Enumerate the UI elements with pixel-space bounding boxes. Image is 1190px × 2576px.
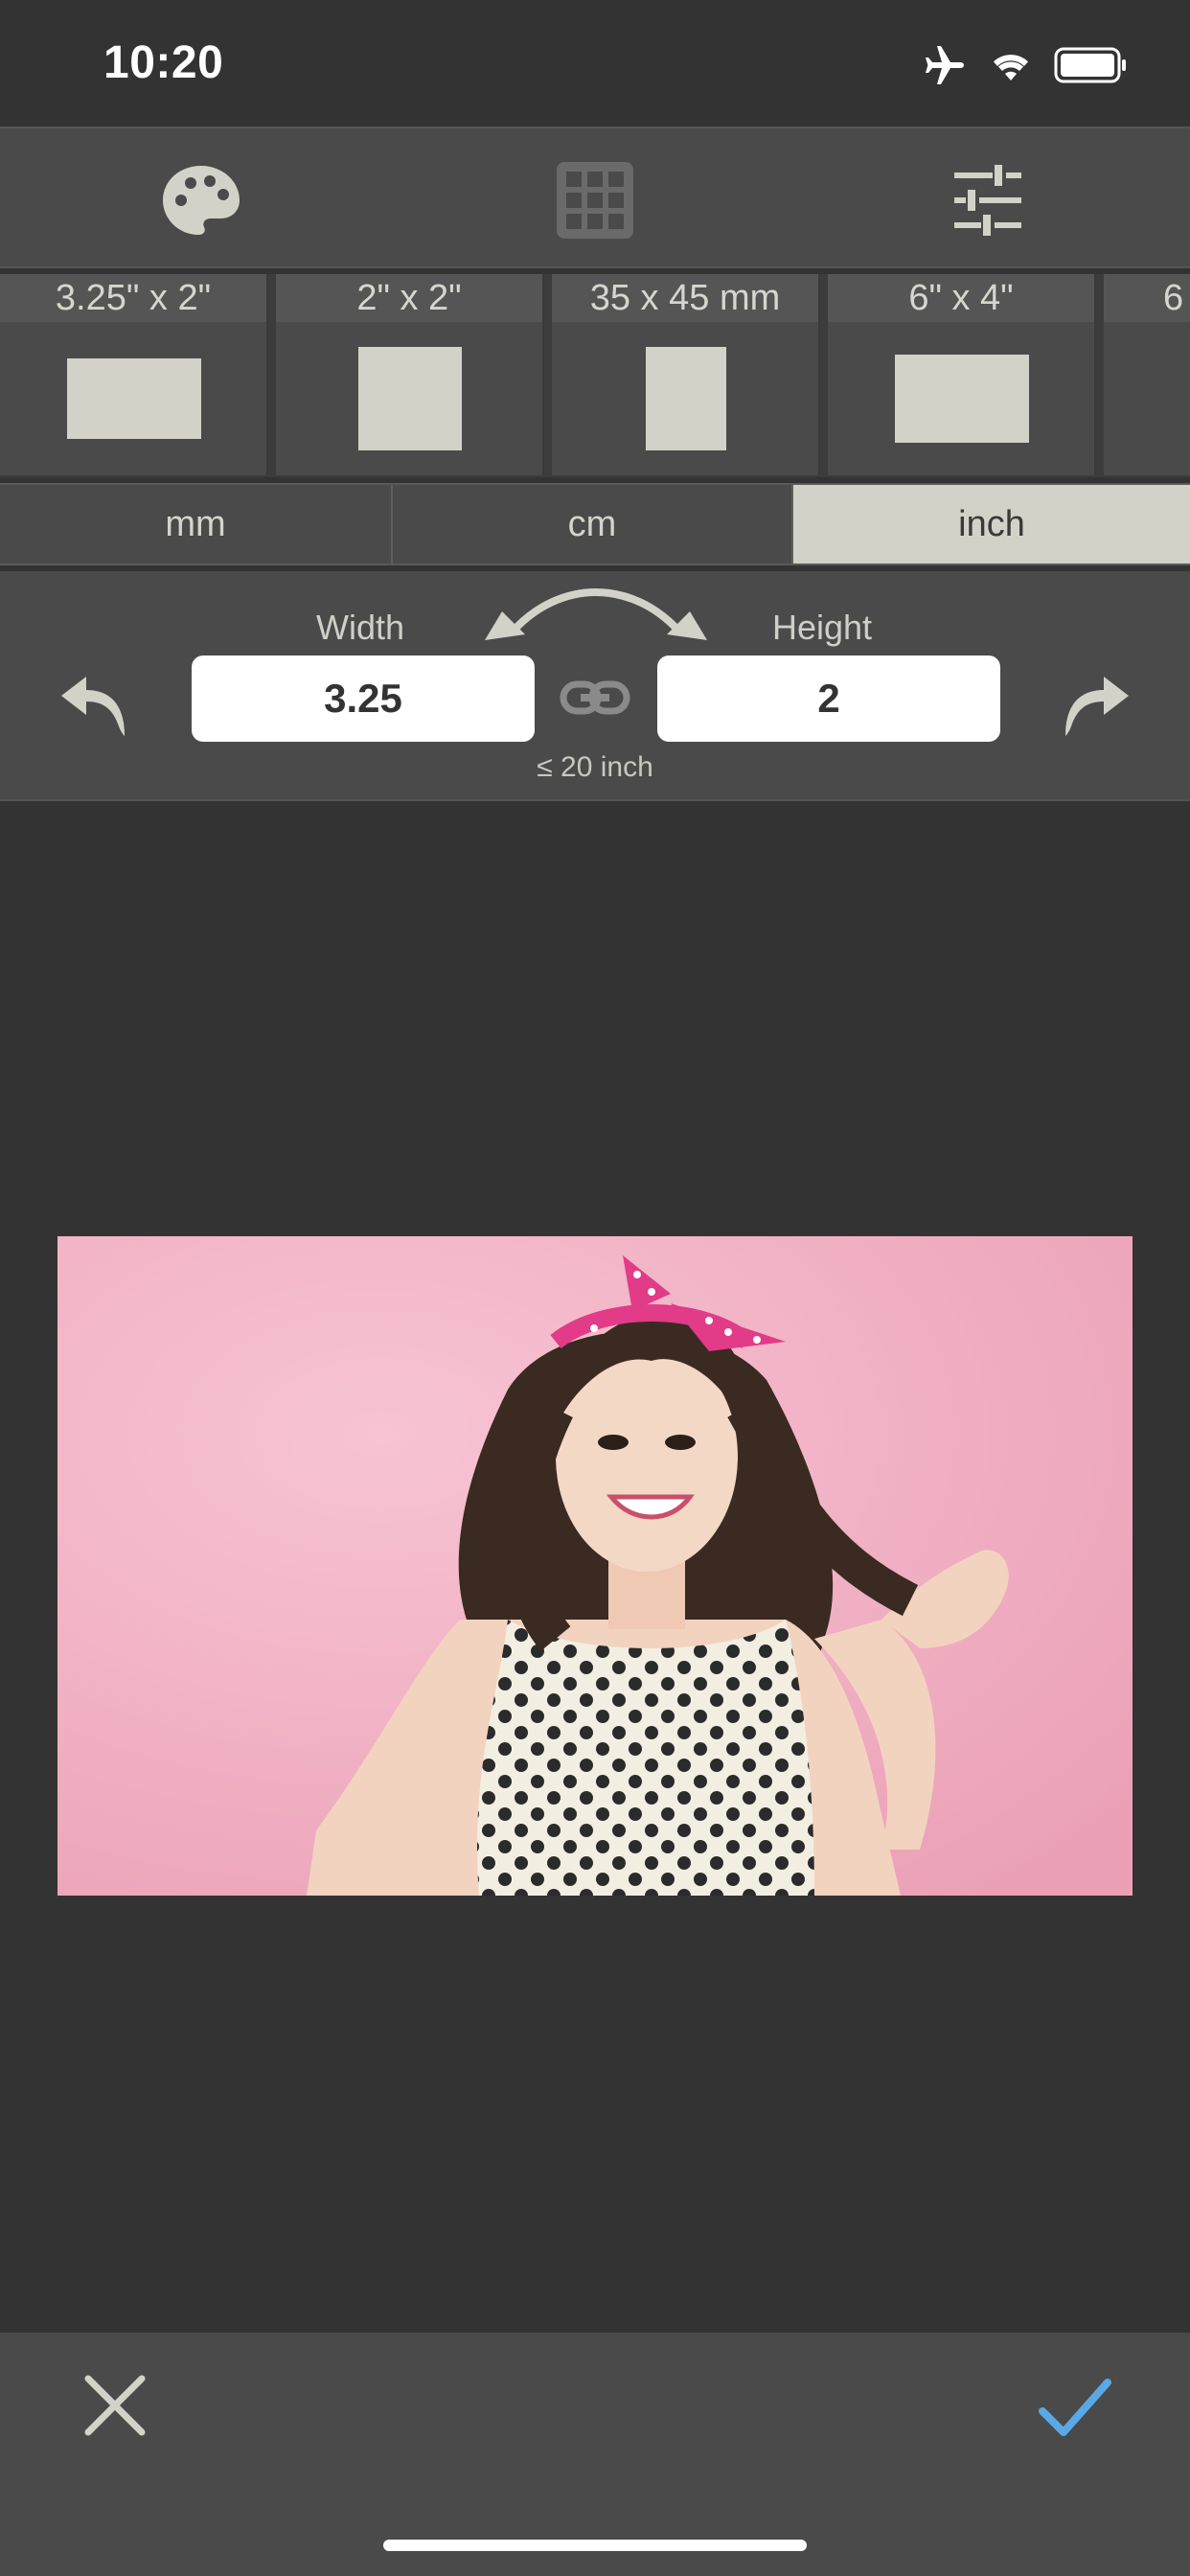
unit-cm[interactable]: cm	[393, 485, 793, 564]
preset-label: 35 x 45 mm	[552, 274, 818, 322]
preset-label: 6	[1104, 274, 1190, 322]
checkmark-icon[interactable]	[1037, 2375, 1113, 2445]
width-label: Width	[316, 608, 405, 647]
rotate-left-icon[interactable]	[57, 659, 132, 743]
rotate-right-icon[interactable]	[1058, 659, 1133, 743]
preset-label: 3.25" x 2"	[0, 274, 266, 322]
height-field[interactable]	[657, 656, 1000, 742]
close-icon[interactable]	[82, 2373, 148, 2443]
preset-6x4[interactable]: 6" x 4"	[828, 274, 1096, 475]
preset-2x2[interactable]: 2" x 2"	[276, 274, 544, 475]
status-time: 10:20	[103, 37, 224, 88]
grid-icon[interactable]	[552, 157, 638, 243]
preset-shape	[895, 355, 1029, 443]
airplane-icon	[922, 44, 968, 91]
preset-strip: 3.25" x 2" 2" x 2" 35 x 45 mm 6" x 4" 6	[0, 274, 1190, 477]
link-icon[interactable]	[560, 678, 630, 722]
preset-shape	[358, 347, 462, 450]
crop-canvas	[0, 801, 1190, 2333]
wifi-icon	[987, 46, 1035, 89]
battery-icon	[1054, 47, 1129, 88]
sliders-icon[interactable]	[945, 157, 1031, 243]
preset-shape	[646, 347, 726, 450]
unit-selector: mm cm inch	[0, 483, 1190, 565]
preset-label: 2" x 2"	[276, 274, 542, 322]
height-label: Height	[772, 608, 873, 647]
home-indicator[interactable]	[383, 2540, 807, 2551]
preset-3.25x2[interactable]: 3.25" x 2"	[0, 274, 268, 475]
preset-label: 6" x 4"	[828, 274, 1094, 322]
size-limit: ≤ 20 inch	[537, 751, 653, 783]
width-field[interactable]	[192, 656, 535, 742]
palette-icon[interactable]	[158, 157, 244, 243]
unit-inch[interactable]: inch	[793, 485, 1190, 564]
preset-shape	[67, 358, 201, 439]
dimension-editor: Width Height ≤ 20 inch	[0, 571, 1190, 801]
photo-preview[interactable]	[57, 1236, 1133, 1896]
toolbar	[0, 126, 1190, 268]
preset-partial[interactable]: 6	[1104, 274, 1190, 475]
unit-mm[interactable]: mm	[0, 485, 393, 564]
swap-arrows-icon[interactable]	[483, 583, 709, 649]
portrait-photo	[57, 1236, 1133, 1896]
preset-35x45mm[interactable]: 35 x 45 mm	[552, 274, 820, 475]
status-bar: 10:20	[0, 0, 1190, 126]
status-icons	[922, 44, 1129, 91]
